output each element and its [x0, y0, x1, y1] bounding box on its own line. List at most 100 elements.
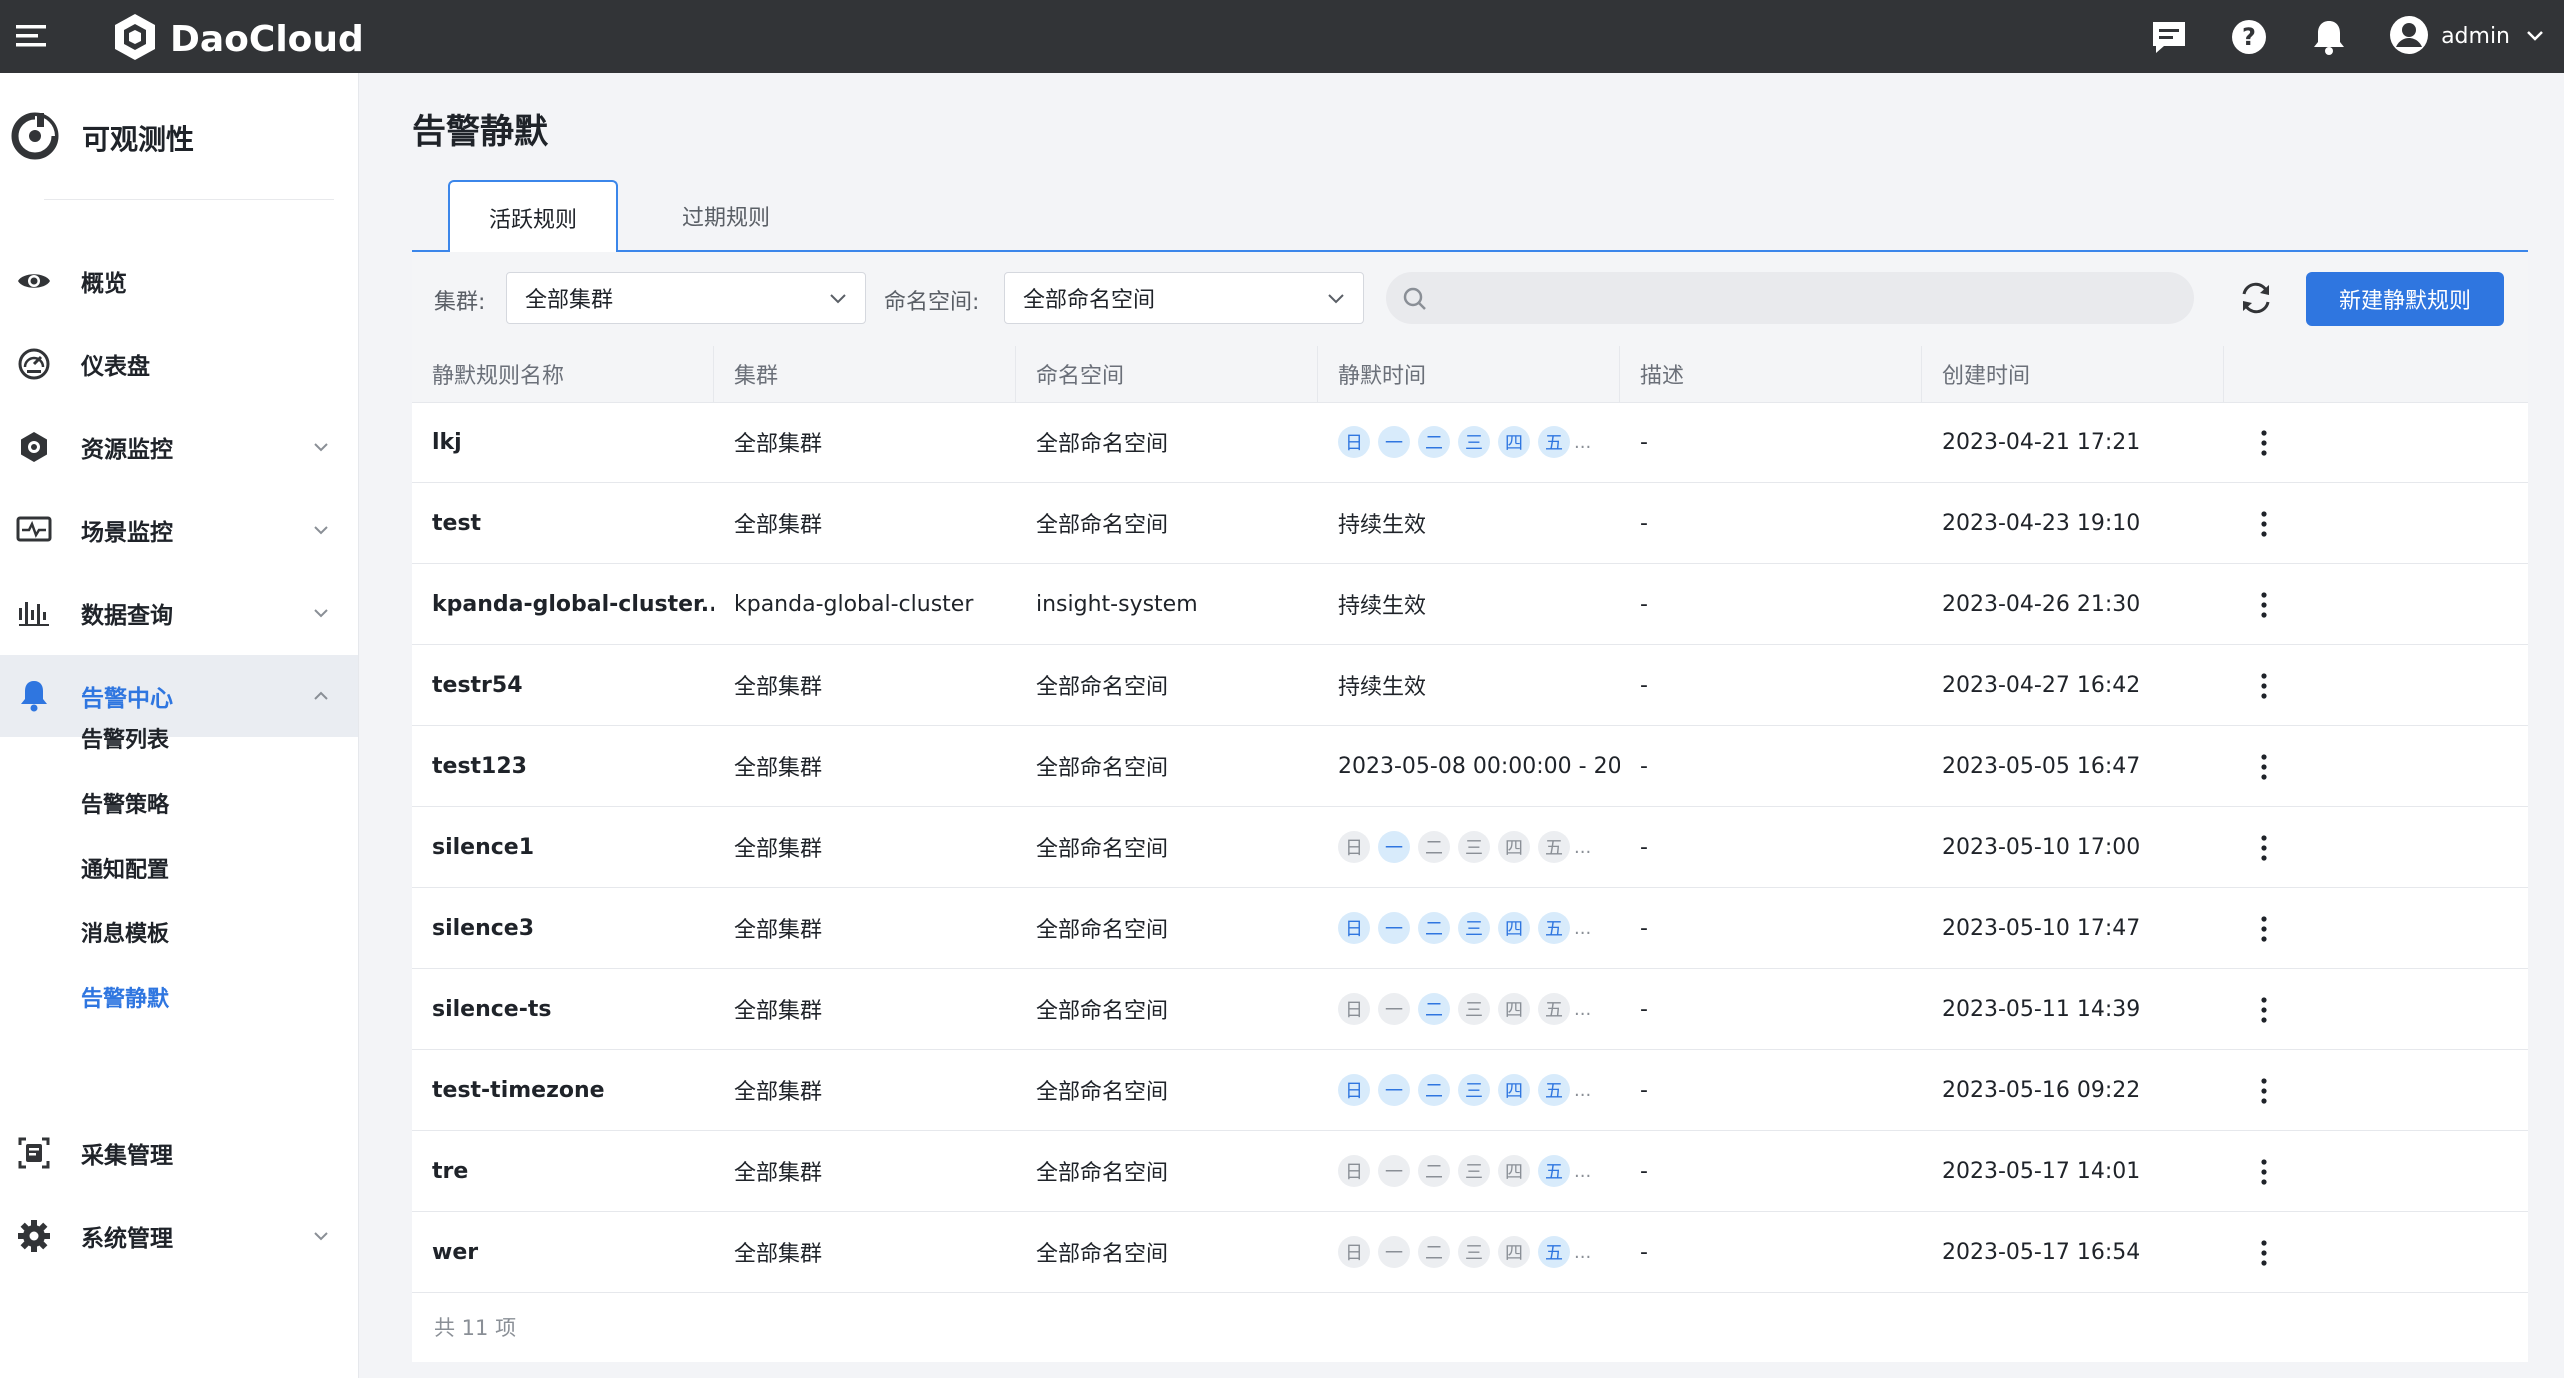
weekday-badge: 三: [1458, 1155, 1490, 1187]
cluster-cell: 全部集群: [734, 675, 823, 700]
namespace-select[interactable]: 全部命名空间: [1004, 272, 1364, 324]
namespace-cell: insight-system: [1036, 591, 1198, 617]
sidebar-item-dashboard[interactable]: 仪表盘: [0, 323, 358, 405]
new-silence-rule-button[interactable]: 新建静默规则: [2306, 272, 2504, 326]
more-actions-icon[interactable]: [2258, 590, 2270, 620]
sidebar-item-label: 概览: [81, 271, 127, 297]
namespace-cell: 全部命名空间: [1036, 432, 1169, 457]
column-header-actions: [2224, 346, 2528, 402]
tab-bar: 活跃规则 过期规则: [412, 180, 2528, 254]
cluster-cell: 全部集群: [734, 1080, 823, 1105]
more-actions-icon[interactable]: [2258, 995, 2270, 1025]
namespace-cell: 全部命名空间: [1036, 1242, 1169, 1267]
description-cell: -: [1640, 591, 1648, 617]
namespace-cell: 全部命名空间: [1036, 918, 1169, 943]
daocloud-logo-icon: [110, 12, 160, 66]
tab-active-rules[interactable]: 活跃规则: [448, 180, 618, 254]
more-actions-icon[interactable]: [2258, 1157, 2270, 1187]
table-row[interactable]: lkj 全部集群 全部命名空间日一二三四五... -2023-04-21 17:21: [412, 402, 2528, 483]
sidebar-item-collection-management[interactable]: 采集管理: [0, 1112, 358, 1194]
sidebar-subitem-message-template[interactable]: 消息模板: [81, 916, 169, 948]
weekday-badge: 五: [1538, 1155, 1570, 1187]
column-header-created-time: 创建时间: [1922, 346, 2224, 402]
created-time-cell: 2023-05-17 14:01: [1942, 1158, 2141, 1184]
bell-icon[interactable]: [2309, 17, 2349, 57]
more-actions-icon[interactable]: [2258, 752, 2270, 782]
svg-text:?: ?: [2242, 23, 2256, 51]
help-icon[interactable]: ?: [2229, 17, 2269, 57]
rule-name-cell: kpanda-global-cluster...: [432, 591, 714, 617]
more-actions-icon[interactable]: [2258, 1076, 2270, 1106]
sidebar-item-data-query[interactable]: 数据查询: [0, 572, 358, 654]
sidebar-item-system-management[interactable]: 系统管理: [0, 1195, 358, 1277]
sidebar-subitem-alert-silence[interactable]: 告警静默: [81, 981, 169, 1013]
sidebar-item-scene-monitoring[interactable]: 场景监控: [0, 489, 358, 571]
sidebar-item-label: 告警中心: [81, 686, 173, 712]
table-row[interactable]: test 全部集群 全部命名空间 持续生效 - 2023-04-23 19:10: [412, 483, 2528, 564]
content-panel: 集群: 全部集群 命名空间: 全部命名空间 新建静默规则 静默规则名称 集群 命…: [412, 252, 2528, 1362]
more-actions-icon[interactable]: [2258, 914, 2270, 944]
description-cell: -: [1640, 510, 1648, 536]
bell-icon: [16, 678, 52, 714]
weekday-badge: 二: [1418, 1155, 1450, 1187]
weekday-badge: 一: [1378, 831, 1410, 863]
more-actions-icon[interactable]: [2258, 509, 2270, 539]
chevron-down-icon: [827, 287, 849, 309]
chat-icon[interactable]: [2149, 17, 2189, 57]
table-row[interactable]: silence-ts 全部集群 全部命名空间日一二三四五... -2023-05-11…: [412, 969, 2528, 1050]
namespace-cell: 全部命名空间: [1036, 675, 1169, 700]
weekday-badge: 五: [1538, 993, 1570, 1025]
weekday-overflow: ...: [1574, 1160, 1592, 1182]
sidebar: 可观测性 概览 仪表盘 资源监控 场景监控 数据查询 告警中心 告警列表 告警策…: [0, 73, 359, 1378]
tab-expired-rules[interactable]: 过期规则: [648, 182, 804, 250]
cluster-cell: 全部集群: [734, 432, 823, 457]
collect-icon: [16, 1135, 52, 1171]
menu-icon[interactable]: [14, 18, 50, 54]
chevron-down-icon: [310, 602, 332, 624]
total-count: 共 11 项: [434, 1316, 517, 1340]
weekday-badge: 二: [1418, 912, 1450, 944]
sidebar-subitem-notification-config[interactable]: 通知配置: [81, 852, 169, 884]
weekday-badge: 四: [1498, 912, 1530, 944]
sidebar-item-overview[interactable]: 概览: [0, 240, 358, 322]
namespace-cell: 全部命名空间: [1036, 1161, 1169, 1186]
silence-time-cell: 日一二三四五...: [1318, 1131, 1620, 1211]
namespace-cell: 全部命名空间: [1036, 999, 1169, 1024]
weekday-overflow: ...: [1574, 917, 1592, 939]
monitor-pulse-icon: [16, 512, 52, 548]
weekday-badge: 日: [1338, 1236, 1370, 1268]
table-row[interactable]: tre 全部集群 全部命名空间日一二三四五... -2023-05-17 14:01: [412, 1131, 2528, 1212]
rule-name-cell: lkj: [432, 429, 462, 455]
refresh-icon[interactable]: [2236, 278, 2276, 318]
more-actions-icon[interactable]: [2258, 833, 2270, 863]
cluster-cell: 全部集群: [734, 999, 823, 1024]
more-actions-icon[interactable]: [2258, 1238, 2270, 1268]
weekday-badge: 五: [1538, 1074, 1570, 1106]
sidebar-item-resource-monitoring[interactable]: 资源监控: [0, 406, 358, 488]
more-actions-icon[interactable]: [2258, 671, 2270, 701]
brand-name: DaoCloud: [170, 18, 364, 60]
top-right-actions: ? admin: [2149, 0, 2564, 73]
search-input[interactable]: [1386, 272, 2194, 324]
sidebar-item-alert-center[interactable]: 告警中心: [0, 655, 358, 737]
table-row[interactable]: wer 全部集群 全部命名空间日一二三四五... -2023-05-17 16:54: [412, 1212, 2528, 1293]
cluster-cell: kpanda-global-cluster: [734, 591, 974, 617]
cluster-select[interactable]: 全部集群: [506, 272, 866, 324]
user-menu[interactable]: admin: [2389, 15, 2546, 59]
weekday-badge: 一: [1378, 1236, 1410, 1268]
table-row[interactable]: test-timezone 全部集群 全部命名空间日一二三四五... -2023-05…: [412, 1050, 2528, 1131]
table-row[interactable]: kpanda-global-cluster... kpanda-global-cl…: [412, 564, 2528, 645]
table-row[interactable]: test123 全部集群 全部命名空间 2023-05-08 00:00:00 - 2…: [412, 726, 2528, 807]
table-row[interactable]: silence3 全部集群 全部命名空间日一二三四五... -2023-05-10 1…: [412, 888, 2528, 969]
more-actions-icon[interactable]: [2258, 428, 2270, 458]
table-row[interactable]: silence1 全部集群 全部命名空间日一二三四五... -2023-05-10 1…: [412, 807, 2528, 888]
sidebar-subitem-alert-policy[interactable]: 告警策略: [81, 787, 169, 819]
waveform-icon: [16, 595, 52, 631]
column-header-namespace: 命名空间: [1016, 346, 1318, 402]
table-row[interactable]: testr54 全部集群 全部命名空间 持续生效 - 2023-04-27 16:42: [412, 645, 2528, 726]
product-title: 可观测性: [82, 123, 195, 156]
cluster-cell: 全部集群: [734, 918, 823, 943]
brand-logo[interactable]: DaoCloud: [110, 12, 364, 66]
weekday-badge: 二: [1418, 426, 1450, 458]
sidebar-subitem-alert-list[interactable]: 告警列表: [81, 722, 169, 754]
